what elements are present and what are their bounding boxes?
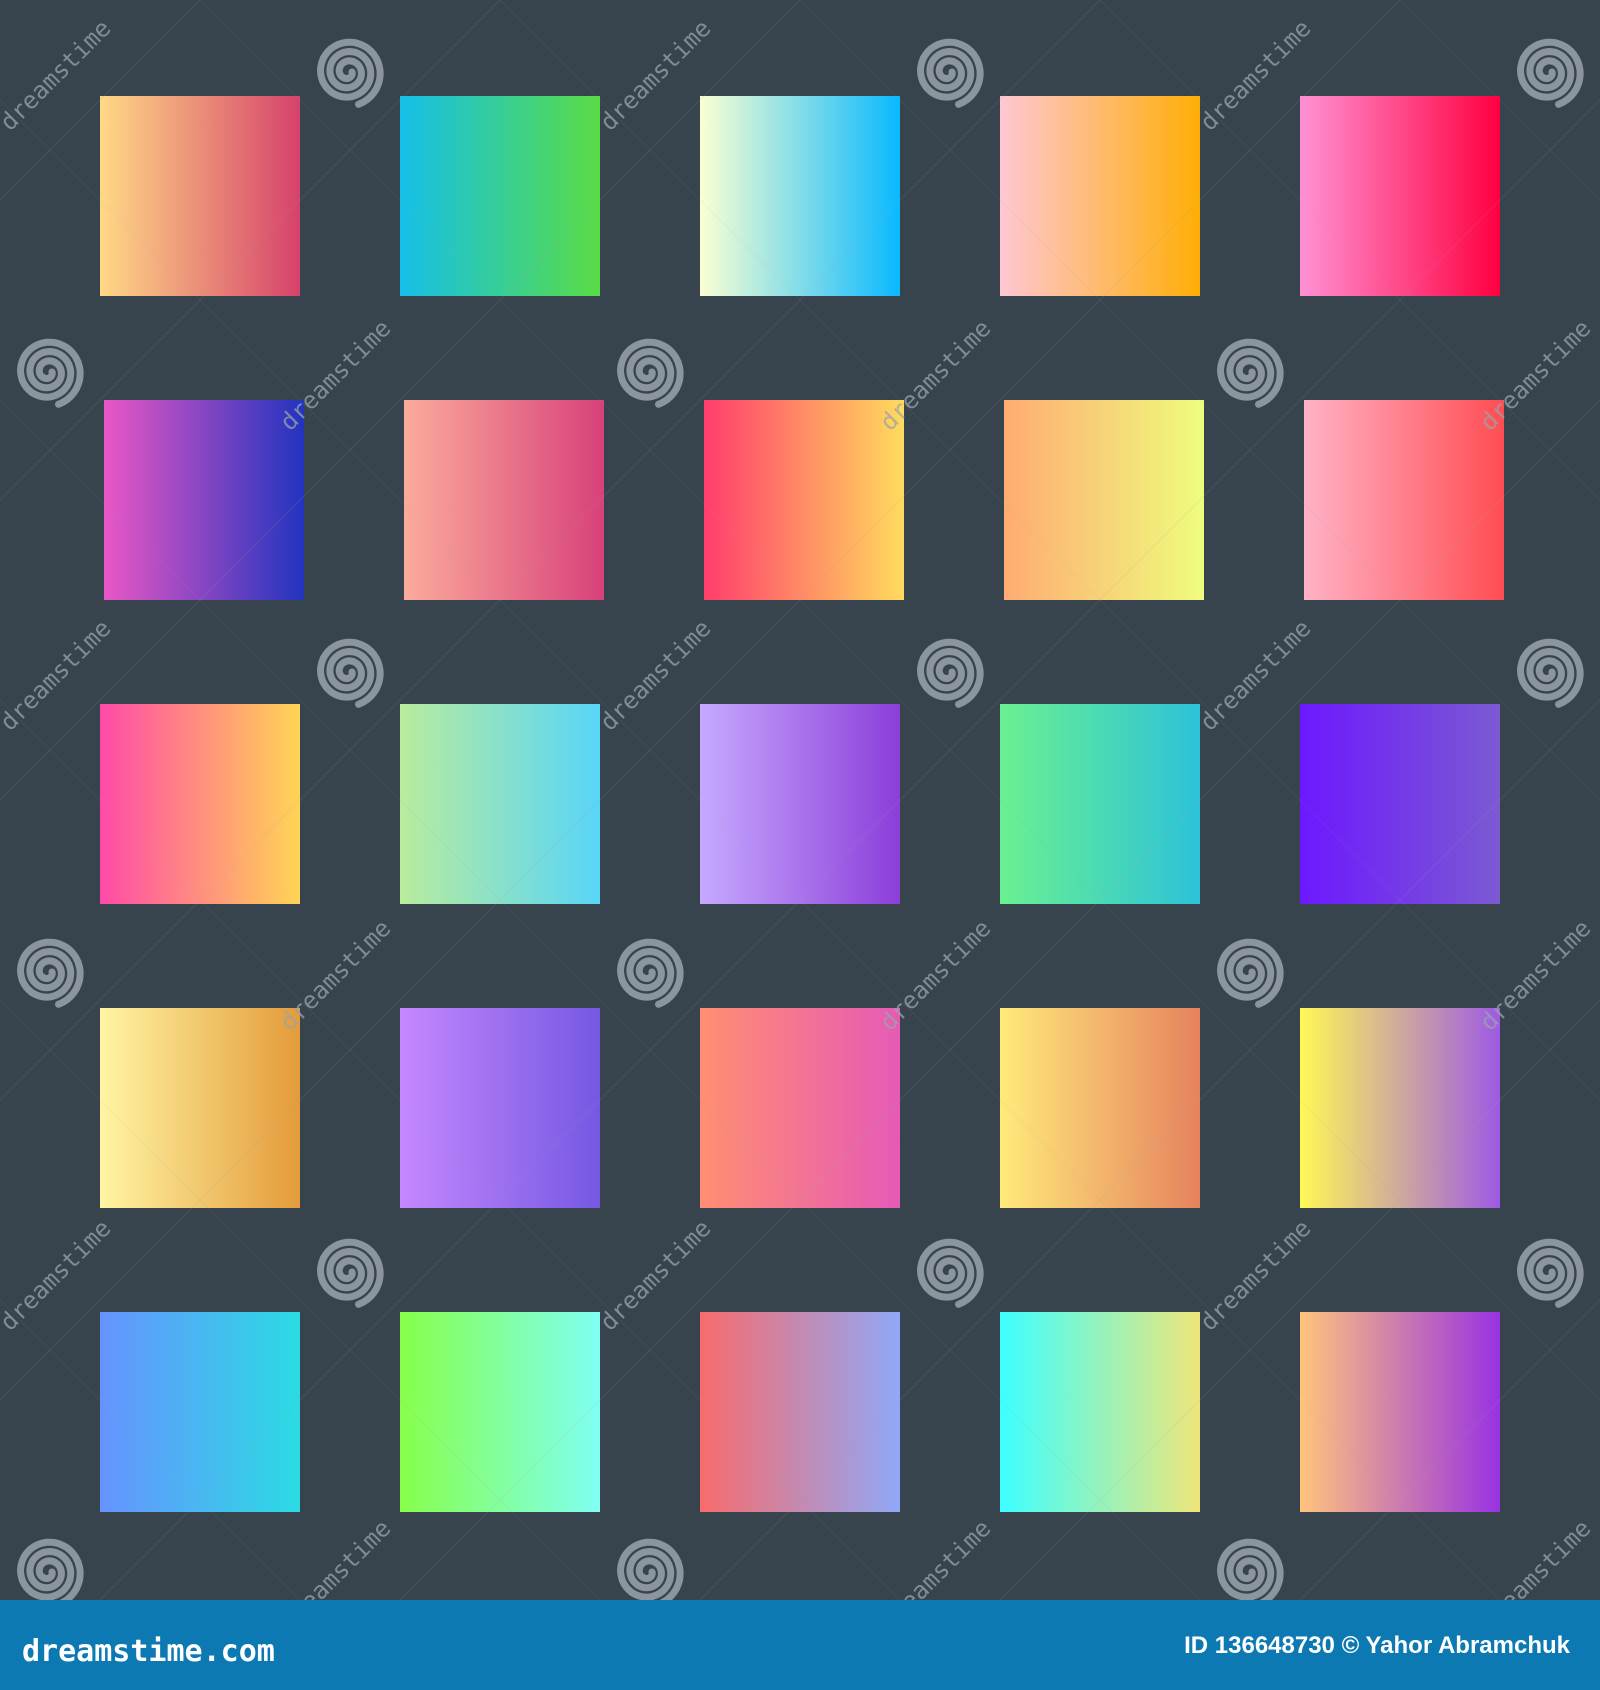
gradient-swatch — [100, 96, 300, 296]
gradient-swatch — [700, 96, 900, 296]
gradient-swatch — [100, 1008, 300, 1208]
gradient-swatch — [700, 1008, 900, 1208]
gradient-swatch — [1000, 704, 1200, 904]
gradient-swatch — [1304, 400, 1504, 600]
gradient-swatch — [1000, 1008, 1200, 1208]
gradient-swatch — [1300, 1008, 1500, 1208]
gradient-swatch — [104, 400, 304, 600]
gradient-swatch — [404, 400, 604, 600]
stock-image: dreamstime dreamstime dreamstime dreamstime… — [0, 0, 1600, 1690]
gradient-swatch — [1300, 704, 1500, 904]
stock-footer-bar: dreamstime.com ID 136648730 © Yahor Abra… — [0, 1600, 1600, 1690]
brand-name[interactable]: dreamstime.com — [22, 1634, 275, 1669]
gradient-swatch — [1300, 1312, 1500, 1512]
gradient-swatch — [100, 1312, 300, 1512]
gradient-swatch — [1300, 96, 1500, 296]
image-id-credit: ID 136648730 © Yahor Abramchuk — [1184, 1632, 1570, 1659]
gradient-swatch — [1000, 1312, 1200, 1512]
gradient-swatch — [400, 1312, 600, 1512]
gradient-swatch-grid — [0, 0, 1600, 1600]
gradient-swatch — [400, 704, 600, 904]
gradient-swatch — [1000, 96, 1200, 296]
gradient-swatch — [704, 400, 904, 600]
gradient-swatch — [100, 704, 300, 904]
gradient-swatch — [400, 1008, 600, 1208]
gradient-swatch — [700, 704, 900, 904]
gradient-swatch — [700, 1312, 900, 1512]
gradient-swatch — [1004, 400, 1204, 600]
gradient-swatch — [400, 96, 600, 296]
